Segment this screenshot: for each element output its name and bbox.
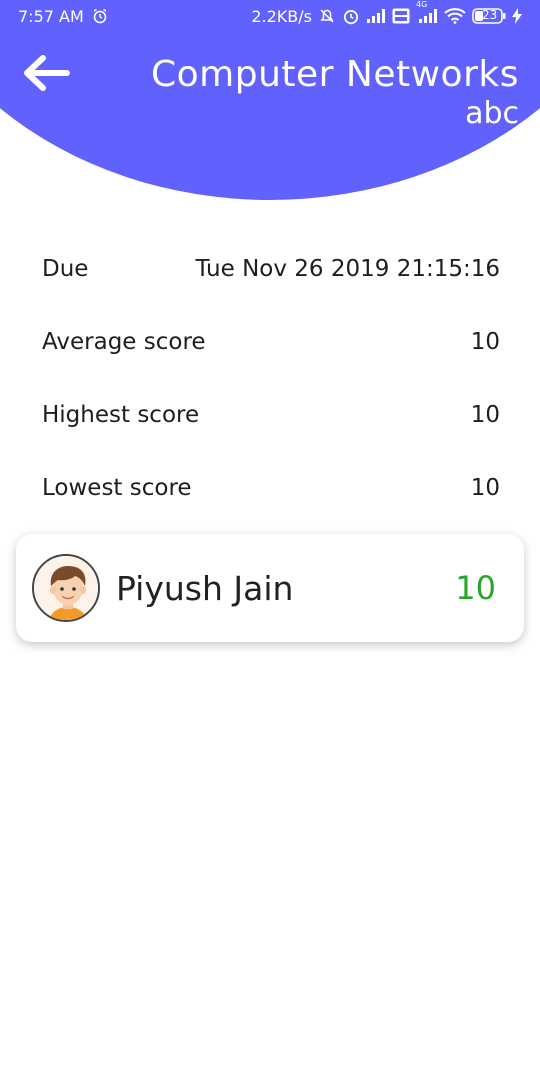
info-value: Tue Nov 26 2019 21:15:16 <box>195 255 500 282</box>
volte-icon <box>392 8 410 24</box>
student-name: Piyush Jain <box>116 568 294 608</box>
signal-4g-icon: 4G <box>416 0 438 23</box>
back-button[interactable] <box>18 50 74 96</box>
info-row-highest: Highest score 10 <box>42 378 500 451</box>
info-label: Highest score <box>42 401 200 428</box>
network-label: 4G <box>416 0 428 9</box>
info-row-lowest: Lowest score 10 <box>42 451 500 524</box>
info-value: 10 <box>470 328 500 355</box>
page-title: Computer Networks <box>151 54 519 95</box>
assignment-info-list: Due Tue Nov 26 2019 21:15:16 Average sco… <box>42 232 500 524</box>
student-card[interactable]: Piyush Jain 10 <box>16 534 524 642</box>
status-bar: 7:57 AM 2.2KB/s 4G 23 <box>0 0 540 32</box>
network-speed: 2.2KB/s <box>251 6 312 26</box>
arrow-left-icon <box>24 55 70 91</box>
status-right: 2.2KB/s 4G 23 <box>251 0 522 26</box>
info-row-average: Average score 10 <box>42 305 500 378</box>
info-label: Average score <box>42 328 206 355</box>
info-value: 10 <box>470 474 500 501</box>
battery-icon: 23 <box>472 8 506 24</box>
screen: 7:57 AM 2.2KB/s 4G 23 Computer Networks … <box>0 0 540 1080</box>
boy-avatar-icon <box>34 556 98 620</box>
avatar <box>32 554 100 622</box>
alarm-icon-right <box>342 7 360 25</box>
student-score: 10 <box>455 569 496 607</box>
info-value: 10 <box>470 401 500 428</box>
battery-level: 23 <box>482 8 498 22</box>
mute-icon <box>318 7 336 25</box>
info-label: Lowest score <box>42 474 192 501</box>
alarm-icon <box>92 8 108 24</box>
charging-icon <box>512 8 522 24</box>
signal-icon <box>366 9 386 23</box>
wifi-icon <box>444 8 466 24</box>
status-time: 7:57 AM <box>18 6 84 26</box>
info-label: Due <box>42 255 89 282</box>
info-row-due: Due Tue Nov 26 2019 21:15:16 <box>42 232 500 305</box>
status-left: 7:57 AM <box>18 7 108 26</box>
page-subtitle: abc <box>465 96 519 131</box>
